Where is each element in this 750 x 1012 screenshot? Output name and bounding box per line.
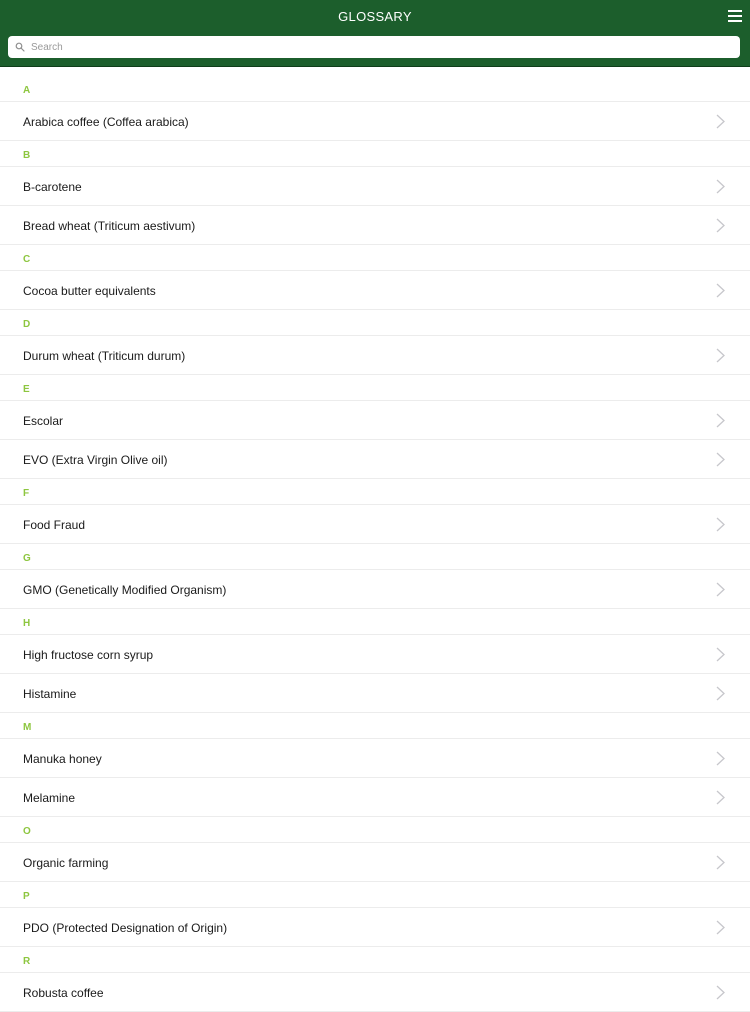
glossary-item[interactable]: Arabica coffee (Coffea arabica) [0, 102, 750, 141]
chevron-right-icon [716, 985, 725, 1000]
page-title: GLOSSARY [338, 9, 412, 24]
section-header-m: M [0, 713, 750, 739]
chevron-right-icon [716, 517, 725, 532]
glossary-item-label: Arabica coffee (Coffea arabica) [23, 115, 189, 129]
glossary-item-label: Robusta coffee [23, 986, 104, 1000]
chevron-right-icon [716, 686, 725, 701]
glossary-item[interactable]: Robusta coffee [0, 973, 750, 1012]
glossary-item-label: GMO (Genetically Modified Organism) [23, 583, 227, 597]
chevron-right-icon [716, 413, 725, 428]
glossary-list: A Arabica coffee (Coffea arabica) B B-carot… [0, 76, 750, 1012]
hamburger-menu-icon[interactable] [728, 10, 742, 23]
glossary-item[interactable]: Durum wheat (Triticum durum) [0, 336, 750, 375]
chevron-right-icon [716, 179, 725, 194]
chevron-right-icon [716, 920, 725, 935]
section-header-h: H [0, 609, 750, 635]
nav-header: GLOSSARY [0, 0, 750, 67]
chevron-right-icon [716, 790, 725, 805]
search-bar[interactable] [8, 36, 740, 58]
glossary-item-label: Bread wheat (Triticum aestivum) [23, 219, 196, 233]
chevron-right-icon [716, 114, 725, 129]
section-header-c: C [0, 245, 750, 271]
glossary-item[interactable]: High fructose corn syrup [0, 635, 750, 674]
section-letter: P [23, 891, 30, 902]
chevron-right-icon [716, 283, 725, 298]
glossary-item-label: Food Fraud [23, 518, 86, 532]
section-letter: A [23, 85, 31, 96]
chevron-right-icon [716, 582, 725, 597]
glossary-item-label: Melamine [23, 791, 76, 805]
search-icon [15, 42, 25, 52]
section-letter: F [23, 488, 30, 499]
glossary-item-label: High fructose corn syrup [23, 648, 154, 662]
section-letter: C [23, 254, 31, 265]
glossary-item-label: PDO (Protected Designation of Origin) [23, 921, 228, 935]
glossary-item-label: EVO (Extra Virgin Olive oil) [23, 453, 168, 467]
glossary-item[interactable]: B-carotene [0, 167, 750, 206]
glossary-item[interactable]: Histamine [0, 674, 750, 713]
glossary-item[interactable]: Cocoa butter equivalents [0, 271, 750, 310]
section-letter: R [23, 956, 31, 967]
section-header-a: A [0, 76, 750, 102]
section-header-r: R [0, 947, 750, 973]
section-header-g: G [0, 544, 750, 570]
glossary-item-label: Histamine [23, 687, 77, 701]
glossary-item-label: Durum wheat (Triticum durum) [23, 349, 186, 363]
chevron-right-icon [716, 855, 725, 870]
glossary-item-label: Manuka honey [23, 752, 102, 766]
section-letter: O [23, 826, 31, 837]
section-letter: M [23, 722, 32, 733]
glossary-item[interactable]: Escolar [0, 401, 750, 440]
section-letter: H [23, 618, 31, 629]
section-header-e: E [0, 375, 750, 401]
glossary-item-label: Organic farming [23, 856, 109, 870]
section-letter: D [23, 319, 31, 330]
glossary-item[interactable]: EVO (Extra Virgin Olive oil) [0, 440, 750, 479]
section-letter: E [23, 384, 30, 395]
section-header-f: F [0, 479, 750, 505]
glossary-item[interactable]: Food Fraud [0, 505, 750, 544]
chevron-right-icon [716, 452, 725, 467]
glossary-item[interactable]: Organic farming [0, 843, 750, 882]
glossary-item[interactable]: PDO (Protected Designation of Origin) [0, 908, 750, 947]
chevron-right-icon [716, 647, 725, 662]
glossary-item[interactable]: Melamine [0, 778, 750, 817]
chevron-right-icon [716, 218, 725, 233]
glossary-item-label: Cocoa butter equivalents [23, 284, 156, 298]
glossary-item-label: B-carotene [23, 180, 82, 194]
section-header-b: B [0, 141, 750, 167]
chevron-right-icon [716, 751, 725, 766]
section-letter: B [23, 150, 31, 161]
glossary-item[interactable]: GMO (Genetically Modified Organism) [0, 570, 750, 609]
section-letter: G [23, 553, 31, 564]
search-input[interactable] [31, 36, 731, 58]
section-header-d: D [0, 310, 750, 336]
glossary-item-label: Escolar [23, 414, 64, 428]
section-header-p: P [0, 882, 750, 908]
chevron-right-icon [716, 348, 725, 363]
section-header-o: O [0, 817, 750, 843]
glossary-item[interactable]: Bread wheat (Triticum aestivum) [0, 206, 750, 245]
glossary-item[interactable]: Manuka honey [0, 739, 750, 778]
